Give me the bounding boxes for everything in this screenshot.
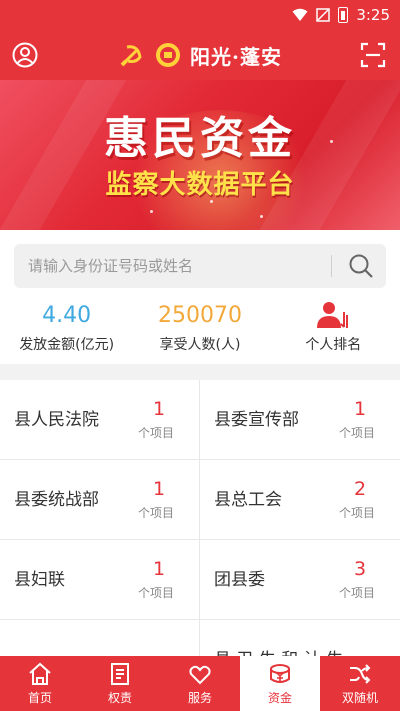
- tab-home[interactable]: 首页: [0, 656, 80, 711]
- header-title-group: 阳光·蓬安: [118, 41, 282, 70]
- tab-double-random-label: 双随机: [341, 691, 378, 705]
- app-title: 阳光·蓬安: [190, 44, 282, 69]
- department-name: 县 卫 生 和 计 生: [214, 620, 343, 656]
- stat-people-value: 250070: [158, 303, 242, 328]
- scan-button[interactable]: [360, 42, 386, 68]
- banner-sparkle: [150, 210, 153, 213]
- user-icon: [12, 42, 38, 68]
- department-name: 县委宣传部: [214, 410, 299, 430]
- department-cell[interactable]: 团县委 3 个项目: [200, 540, 400, 620]
- department-name: 县人民法院: [14, 410, 99, 430]
- stat-people-label: 享受人数(人): [159, 337, 241, 353]
- search-icon[interactable]: [348, 253, 374, 279]
- tab-services[interactable]: 服务: [160, 656, 240, 711]
- home-icon: [29, 662, 51, 685]
- app-root: 3:25 阳光·蓬安 惠民资金 监察大数据平台 请输入身份证号码或姓名 4.40…: [0, 0, 400, 711]
- money-icon: [270, 664, 290, 683]
- stat-amount-value: 4.40: [42, 303, 92, 328]
- department-cell[interactable]: 县人民法院 1 个项目: [0, 380, 200, 460]
- tab-duties[interactable]: 权责: [80, 656, 160, 711]
- project-unit: 个项目: [137, 426, 174, 440]
- party-emblem-icon: [120, 45, 142, 67]
- project-count: 1: [152, 558, 166, 580]
- status-time: 3:25: [356, 6, 390, 24]
- project-count: 1: [353, 398, 367, 420]
- stat-people[interactable]: 250070 享受人数(人): [133, 300, 266, 364]
- department-name: 县总工会: [214, 490, 282, 510]
- banner-subtitle: 监察大数据平台: [105, 170, 295, 200]
- personal-ranking-button[interactable]: 个人排名: [267, 300, 400, 364]
- bottom-tab-bar: 首页 权责 服务 资金 双随机: [0, 656, 400, 711]
- department-cell[interactable]: 县委宣传部 1 个项目: [200, 380, 400, 460]
- tab-duties-label: 权责: [107, 691, 132, 705]
- banner-title: 惠民资金: [104, 113, 296, 164]
- stat-amount[interactable]: 4.40 发放金额(亿元): [0, 300, 133, 364]
- handshake-icon: [189, 665, 211, 685]
- stats-row: 4.40 发放金额(亿元) 250070 享受人数(人) 个人排名: [0, 300, 400, 364]
- project-count: 1: [152, 478, 166, 500]
- project-count: 1: [152, 398, 166, 420]
- department-grid: 县人民法院 1 个项目 县委宣传部 1 个项目 县委统战部 1 个项目 县总工会…: [0, 380, 400, 656]
- department-cell[interactable]: 县 卫 生 和 计 生: [200, 620, 400, 656]
- status-bar: 3:25: [0, 0, 400, 30]
- stat-ranking-label: 个人排名: [305, 337, 362, 353]
- department-name: 县妇联: [14, 570, 65, 590]
- tab-services-label: 服务: [187, 691, 212, 705]
- department-cell[interactable]: 县委统战部 1 个项目: [0, 460, 200, 540]
- app-header: 阳光·蓬安: [0, 30, 400, 80]
- search-box: [14, 244, 386, 288]
- battery-icon: [338, 7, 349, 23]
- department-cell[interactable]: [0, 620, 200, 656]
- search-input[interactable]: [14, 244, 324, 288]
- search-area: [0, 230, 400, 300]
- department-cell[interactable]: 县妇联 1 个项目: [0, 540, 200, 620]
- project-unit: 个项目: [137, 586, 174, 600]
- tab-funds-label: 资金: [267, 691, 292, 705]
- project-count: 2: [353, 478, 367, 500]
- tab-funds[interactable]: 资金: [240, 656, 320, 711]
- department-name: 团县委: [214, 570, 265, 590]
- search-divider: [331, 255, 332, 277]
- banner-sparkle: [260, 215, 263, 218]
- national-emblem-icon: [156, 43, 181, 67]
- project-count: 3: [353, 558, 367, 580]
- ranking-icon: [317, 302, 349, 328]
- profile-button[interactable]: [10, 40, 40, 70]
- promo-banner[interactable]: 惠民资金 监察大数据平台: [0, 80, 400, 230]
- document-icon: [111, 663, 129, 685]
- project-unit: 个项目: [137, 506, 174, 520]
- shuffle-icon: [350, 664, 371, 684]
- stat-amount-label: 发放金额(亿元): [19, 337, 115, 353]
- scan-icon: [360, 42, 386, 68]
- wifi-icon: [292, 8, 308, 21]
- project-unit: 个项目: [338, 586, 375, 600]
- project-unit: 个项目: [338, 506, 375, 520]
- section-divider: [0, 364, 400, 380]
- project-unit: 个项目: [338, 426, 375, 440]
- department-cell[interactable]: 县总工会 2 个项目: [200, 460, 400, 540]
- no-signal-icon: [316, 8, 331, 22]
- department-name: 县委统战部: [14, 490, 99, 510]
- tab-double-random[interactable]: 双随机: [320, 656, 400, 711]
- tab-home-label: 首页: [27, 691, 52, 705]
